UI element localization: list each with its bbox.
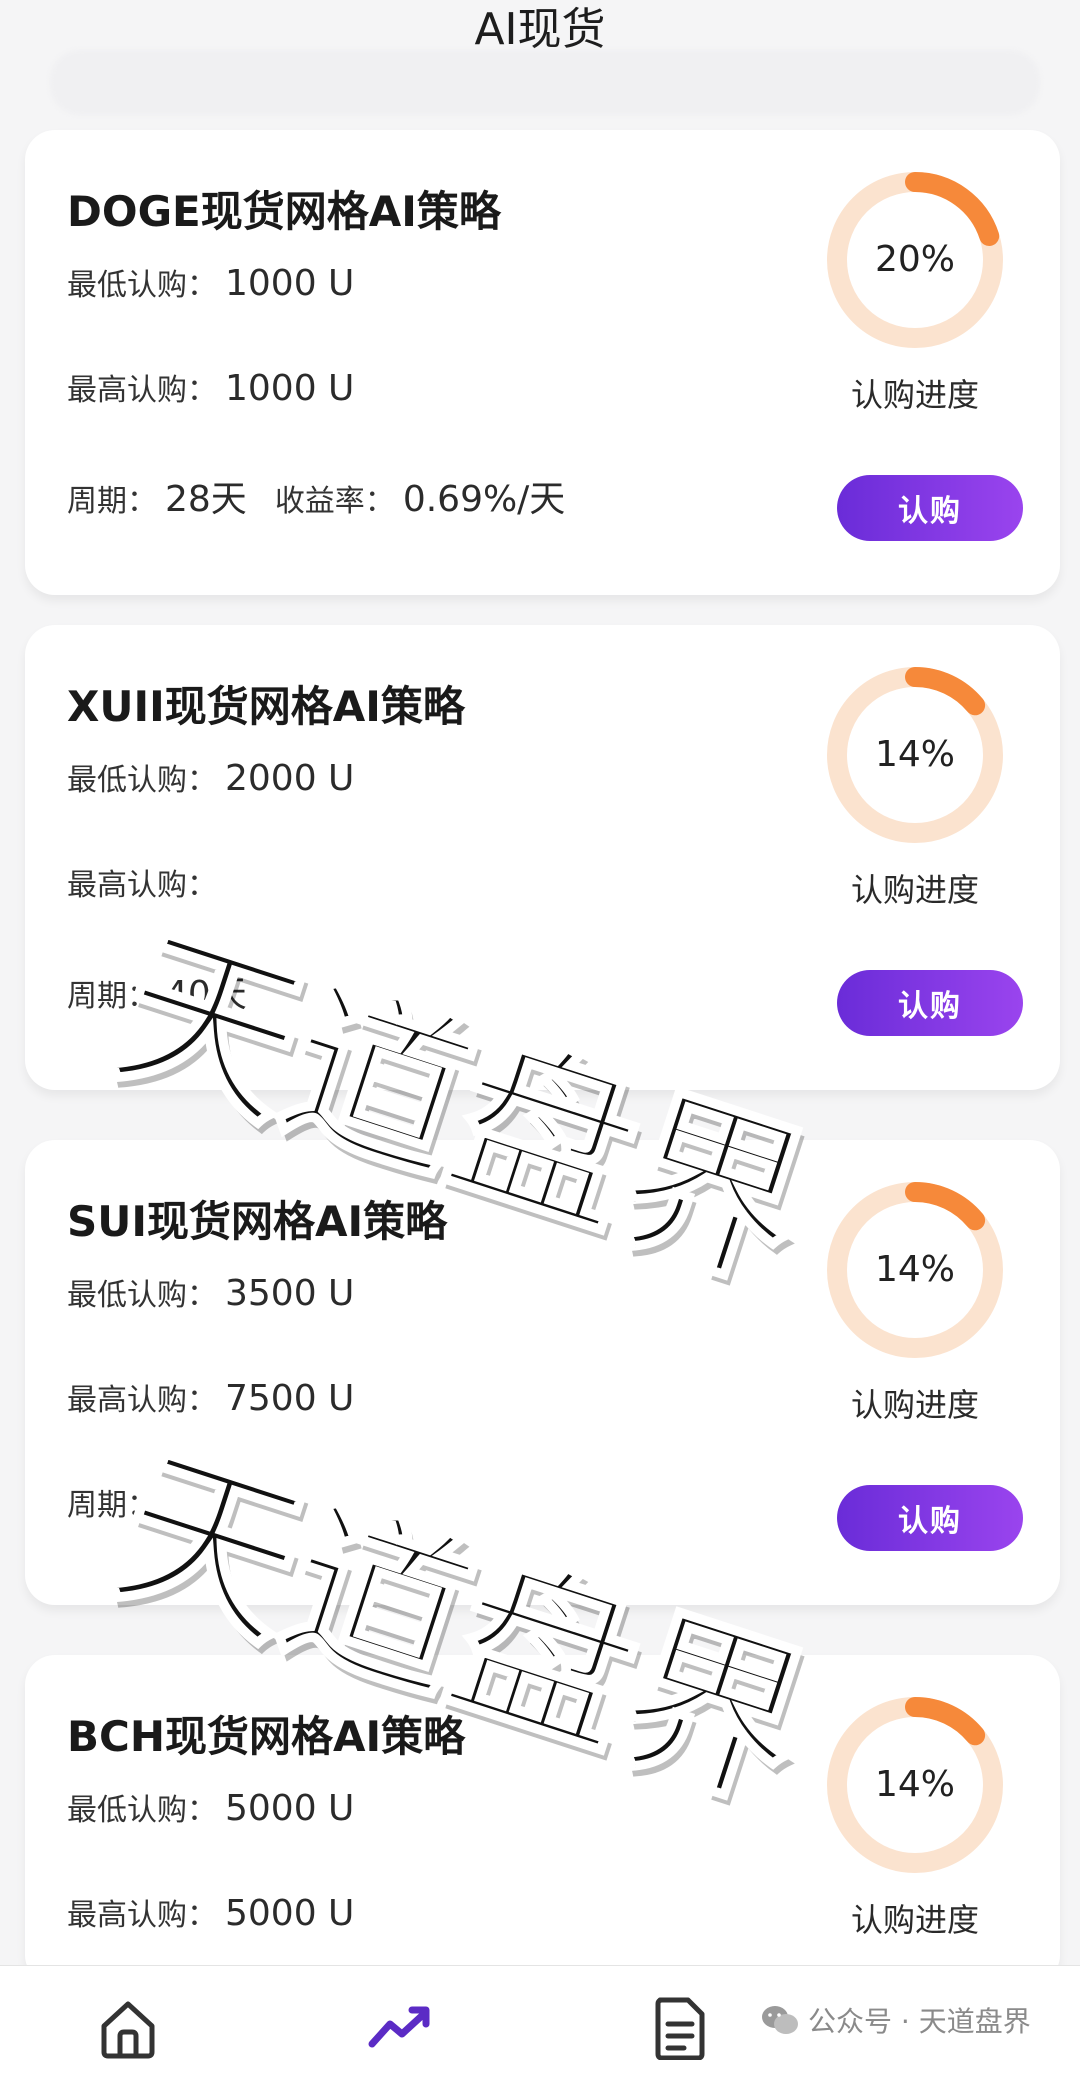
min-subscribe-value: 3500 U xyxy=(225,1273,355,1314)
progress-percent: 20% xyxy=(874,239,955,280)
strategy-card-xuii: XUII现货网格AI策略 最低认购： 2000 U 最高认购： 周期： 40天 14… xyxy=(25,625,1060,1090)
min-subscribe-row: 最低认购： 2000 U xyxy=(67,755,354,799)
min-subscribe-label: 最低认购： xyxy=(67,268,217,303)
max-subscribe-value: 5000 U xyxy=(225,1893,355,1934)
home-icon[interactable] xyxy=(96,1996,160,2060)
min-subscribe-value: 5000 U xyxy=(225,1788,355,1829)
card-title: DOGE现货网格AI策略 xyxy=(67,187,501,236)
max-subscribe-label: 最高认购： xyxy=(67,373,217,408)
max-subscribe-row: 最高认购： 7500 U xyxy=(67,1375,354,1419)
min-subscribe-label: 最低认购： xyxy=(67,1278,217,1313)
subscribe-button[interactable]: 认购 xyxy=(837,970,1023,1036)
min-subscribe-label: 最低认购： xyxy=(67,1793,217,1828)
min-subscribe-row: 最低认购： 3500 U xyxy=(67,1270,354,1314)
card-title: BCH现货网格AI策略 xyxy=(67,1712,466,1761)
min-subscribe-row: 最低认购： 1000 U xyxy=(67,260,354,304)
subscribe-button[interactable]: 认购 xyxy=(837,1485,1023,1551)
bottom-nav: 公众号 · 天道盘界 xyxy=(0,1965,1080,2075)
max-subscribe-label: 最高认购： xyxy=(67,1898,217,1933)
max-subscribe-row: 最高认购： 1000 U xyxy=(67,365,354,409)
min-subscribe-value: 1000 U xyxy=(225,263,355,304)
app-screen: AI现货 DOGE现货网格AI策略 最低认购： 1000 U 最高认购： 1000 … xyxy=(0,0,1080,2075)
progress-label: 认购进度 xyxy=(850,1386,979,1424)
card-title: XUII现货网格AI策略 xyxy=(67,682,465,731)
max-subscribe-row: 最高认购： xyxy=(67,860,225,904)
card-title: SUI现货网格AI策略 xyxy=(67,1197,448,1246)
period-row: 周期： 28天 收益率： 0.69%/天 xyxy=(67,470,565,522)
subscribe-button[interactable]: 认购 xyxy=(837,475,1023,541)
progress-label: 认购进度 xyxy=(850,1901,979,1939)
period-row: 周期： xyxy=(67,1480,157,1524)
wechat-icon xyxy=(762,2006,798,2034)
max-subscribe-label: 最高认购： xyxy=(67,868,217,903)
wechat-credit-text: 公众号 · 天道盘界 xyxy=(808,2005,1031,2038)
max-subscribe-value: 1000 U xyxy=(225,368,355,409)
header-band xyxy=(50,50,1040,115)
trend-icon[interactable] xyxy=(368,1996,432,2060)
max-subscribe-label: 最高认购： xyxy=(67,1383,217,1418)
period-label: 周期： xyxy=(67,1488,157,1523)
progress-percent: 14% xyxy=(874,734,955,775)
period-label: 周期： xyxy=(67,979,157,1014)
min-subscribe-value: 2000 U xyxy=(225,758,355,799)
period-value: 28天 xyxy=(165,479,247,520)
progress-percent: 14% xyxy=(874,1249,955,1290)
document-icon[interactable] xyxy=(648,1996,712,2060)
strategy-card-sui: SUI现货网格AI策略 最低认购： 3500 U 最高认购： 7500 U 周期： … xyxy=(25,1140,1060,1605)
wechat-credit: 公众号 · 天道盘界 xyxy=(760,1996,1060,2044)
progress-label: 认购进度 xyxy=(850,871,979,909)
progress-percent: 14% xyxy=(874,1764,955,1805)
min-subscribe-row: 最低认购： 5000 U xyxy=(67,1785,354,1829)
max-subscribe-row: 最高认购： 5000 U xyxy=(67,1890,354,1934)
strategy-card-bch: BCH现货网格AI策略 最低认购： 5000 U 最高认购： 5000 U 14% … xyxy=(25,1655,1060,1985)
period-value: 40天 xyxy=(165,974,247,1015)
yield-label: 收益率： xyxy=(274,484,395,519)
min-subscribe-label: 最低认购： xyxy=(67,763,217,798)
max-subscribe-value: 7500 U xyxy=(225,1378,355,1419)
period-row: 周期： 40天 xyxy=(67,965,247,1017)
progress-label: 认购进度 xyxy=(850,376,979,414)
strategy-card-doge: DOGE现货网格AI策略 最低认购： 1000 U 最高认购： 1000 U 周期：… xyxy=(25,130,1060,595)
yield-value: 0.69%/天 xyxy=(402,479,566,520)
period-label: 周期： xyxy=(67,484,157,519)
